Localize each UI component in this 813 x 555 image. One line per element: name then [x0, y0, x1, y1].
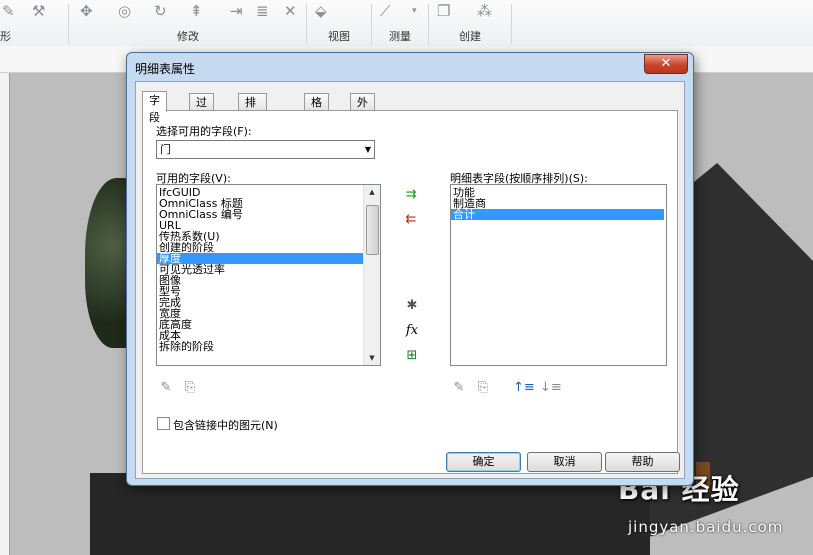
list-item[interactable]: OmniClass 编号 — [157, 209, 364, 220]
list-item[interactable]: 厚度 — [157, 253, 364, 264]
rotate-icon[interactable]: ↻ — [154, 2, 167, 20]
select-field-label: 选择可用的字段(F): — [156, 125, 252, 138]
ribbon-group-measure: ⟋ ▾ 测量 — [372, 0, 428, 46]
list-item[interactable]: 功能 — [451, 187, 664, 198]
calculated-value-icon[interactable]: fx — [403, 322, 421, 340]
ribbon-separator — [68, 4, 69, 44]
list-item[interactable]: 宽度 — [157, 308, 364, 319]
ribbon-group-shape: ✎ 形 — [0, 0, 20, 46]
edit-pencil-icon[interactable]: ✎ — [450, 379, 468, 397]
dialog-client: 字段 过滤器 排序/成组 格式 外观 选择可用的字段(F): 门 ▼ 可用的字段… — [135, 81, 685, 479]
split-icon[interactable]: ⇥ — [230, 2, 243, 20]
scrollbar-thumb[interactable] — [366, 205, 379, 255]
list-item[interactable]: IfcGUID — [157, 187, 364, 198]
field-category-value: 门 — [160, 143, 171, 156]
list-item[interactable]: URL — [157, 220, 364, 231]
remove-field-icon[interactable]: ⇇ — [402, 211, 420, 229]
watermark-url: jingyan.baidu.com — [628, 518, 784, 536]
ribbon-separator — [511, 4, 512, 44]
create-group-icon[interactable]: ⁂ — [477, 2, 492, 20]
available-fields-list[interactable]: IfcGUID OmniClass 标题 OmniClass 编号 URL 传热系数(U… — [156, 184, 381, 366]
scroll-down-icon[interactable]: ▼ — [364, 351, 380, 365]
ribbon: ✎ 形 ⚒ ✥ ◎ ↻ ⇞ ⇥ ≣ ✕ 修改 ⬙ 视图 ⟋ ▾ 测量 ❐ ⁂ 创… — [0, 0, 813, 47]
include-links-label: 包含链接中的图元(N) — [173, 419, 278, 432]
dialog-titlebar[interactable]: 明细表属性 ✕ — [127, 53, 693, 81]
tab-appearance[interactable]: 外观 — [350, 93, 375, 126]
scroll-up-icon[interactable]: ▲ — [364, 185, 380, 199]
tab-formatting[interactable]: 格式 — [304, 93, 329, 126]
copy-icon[interactable]: ◎ — [118, 2, 131, 20]
cancel-button[interactable]: 取消 — [527, 452, 602, 472]
ribbon-group-label: 创建 — [459, 30, 481, 43]
tab-sorting[interactable]: 排序/成组 — [238, 93, 267, 160]
list-item[interactable]: 底高度 — [157, 319, 364, 330]
list-item[interactable]: 合计 — [451, 209, 664, 220]
move-icon[interactable]: ✥ — [80, 2, 93, 20]
ribbon-group-label: 修改 — [177, 30, 199, 43]
list-item[interactable]: 完成 — [157, 297, 364, 308]
include-links-checkbox[interactable] — [157, 417, 170, 430]
list-item[interactable]: 成本 — [157, 330, 364, 341]
close-icon: ✕ — [660, 56, 672, 71]
field-category-select[interactable]: 门 ▼ — [156, 140, 375, 159]
add-field-icon[interactable]: ⇉ — [402, 186, 420, 204]
array-icon[interactable]: ≣ — [256, 2, 269, 20]
dialog-title: 明细表属性 — [135, 62, 196, 76]
delete-parameter-icon[interactable]: ⎘ — [181, 379, 199, 397]
list-item[interactable]: 可见光透过率 — [157, 264, 364, 275]
ribbon-group-create: ❐ ⁂ 创建 — [429, 0, 511, 46]
delete-icon[interactable]: ✕ — [284, 2, 297, 20]
available-fields-scrollbar[interactable]: ▲ ▼ — [363, 185, 380, 365]
ok-button[interactable]: 确定 — [446, 452, 521, 472]
measure-icon[interactable]: ⟋ — [380, 2, 391, 20]
list-item[interactable]: OmniClass 标题 — [157, 198, 364, 209]
help-button[interactable]: 帮助 — [605, 452, 680, 472]
ribbon-group-modify: ✥ ◎ ↻ ⇞ ⇥ ≣ ✕ 修改 — [70, 0, 306, 46]
list-item[interactable]: 创建的阶段 — [157, 242, 364, 253]
tab-fields[interactable]: 字段 — [142, 91, 167, 124]
delete-parameter-icon[interactable]: ⎘ — [474, 379, 492, 397]
chevron-down-icon[interactable]: ▾ — [412, 2, 417, 20]
add-parameter-icon[interactable]: ✱ — [403, 297, 421, 315]
tab-filter[interactable]: 过滤器 — [189, 93, 214, 143]
chevron-down-icon[interactable]: ▼ — [365, 141, 371, 158]
fields-tab-panel: 选择可用的字段(F): 门 ▼ 可用的字段(V): IfcGUID OmniCla… — [142, 110, 678, 474]
ribbon-group-view: ⬙ 视图 — [307, 0, 371, 46]
move-up-icon[interactable]: ↑≡ — [513, 379, 535, 397]
edit-pencil-icon[interactable]: ✎ — [157, 379, 175, 397]
ribbon-group-label: 测量 — [389, 30, 411, 43]
edit-shape-icon[interactable]: ✎ — [2, 2, 15, 20]
move-down-icon[interactable]: ↓≡ — [540, 379, 562, 397]
close-button[interactable]: ✕ — [644, 54, 688, 74]
align-icon[interactable]: ⇞ — [190, 2, 203, 20]
list-item[interactable]: 传热系数(U) — [157, 231, 364, 242]
schedule-fields-list[interactable]: 功能 制造商 合计 — [450, 184, 667, 366]
ribbon-group-label: 形 — [0, 30, 11, 43]
viewport-left-strip — [0, 73, 10, 555]
view-icon[interactable]: ⬙ — [315, 2, 327, 20]
combine-parameters-icon[interactable]: ⊞ — [403, 347, 421, 365]
schedule-properties-dialog: 明细表属性 ✕ 字段 过滤器 排序/成组 格式 外观 选择可用的字段(F): 门… — [126, 52, 694, 486]
ribbon-group-label: 视图 — [328, 30, 350, 43]
list-item[interactable]: 图像 — [157, 275, 364, 286]
list-item[interactable]: 型号 — [157, 286, 364, 297]
create-part-icon[interactable]: ❐ — [437, 2, 450, 20]
hammer-icon[interactable]: ⚒ — [32, 2, 45, 20]
list-item[interactable]: 拆除的阶段 — [157, 341, 364, 352]
list-item[interactable]: 制造商 — [451, 198, 664, 209]
